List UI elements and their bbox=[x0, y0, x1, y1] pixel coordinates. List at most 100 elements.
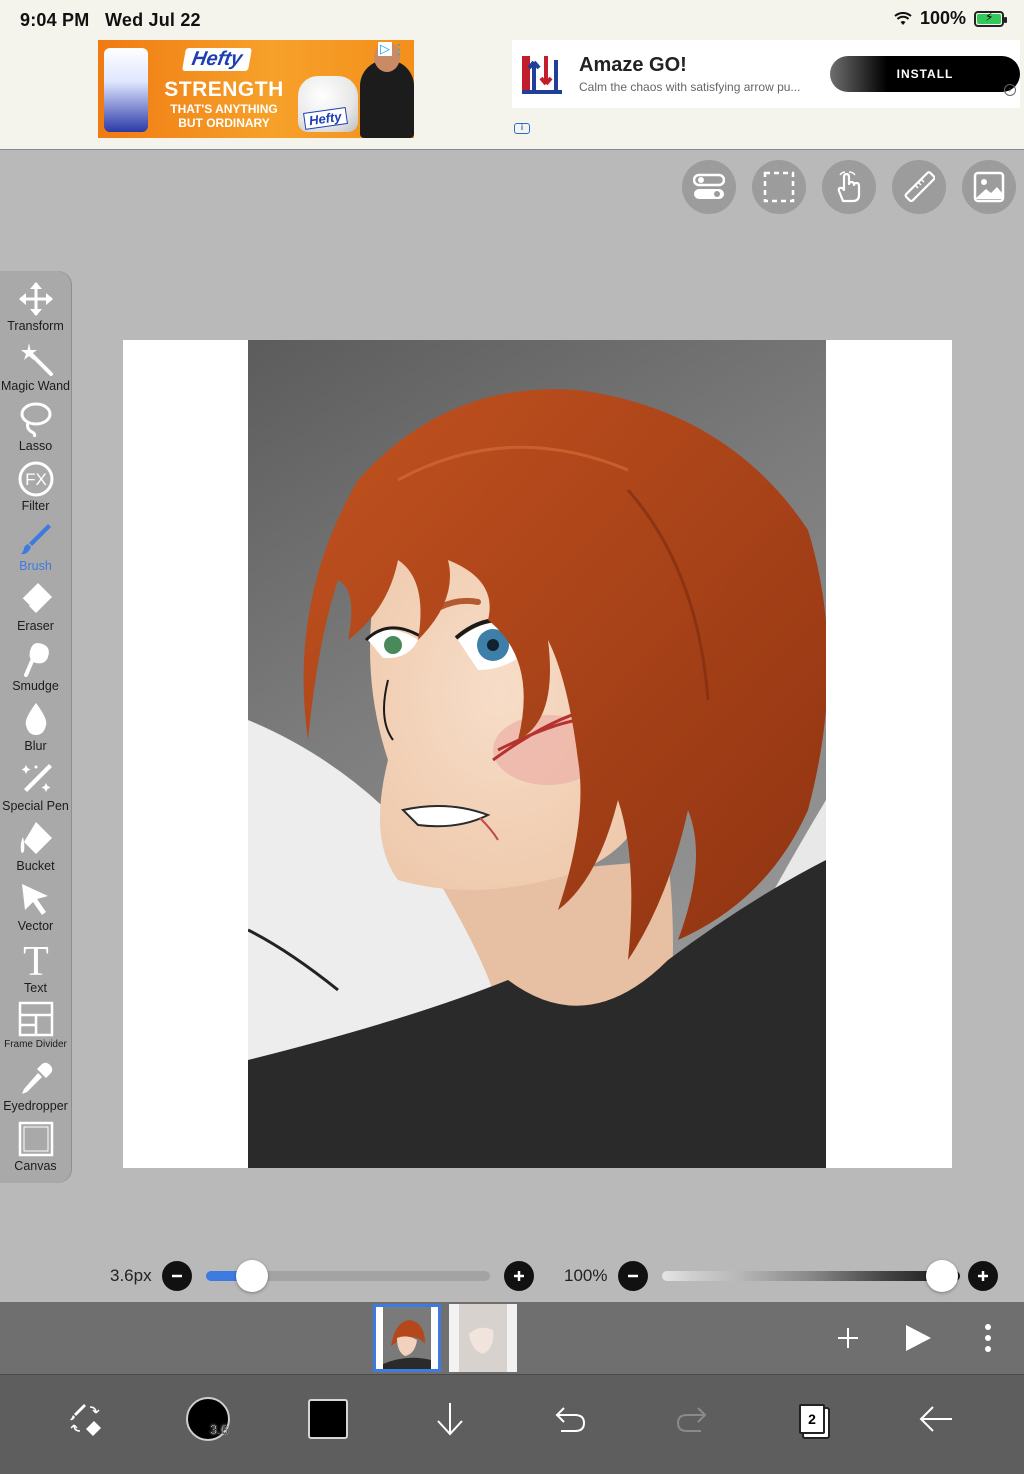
tool-transform[interactable]: Transform bbox=[0, 281, 71, 341]
top-tools bbox=[682, 160, 1016, 214]
toggle-icon[interactable] bbox=[682, 160, 736, 214]
tool-bucket[interactable]: Bucket bbox=[0, 821, 71, 881]
more-vertical-icon bbox=[985, 1324, 991, 1352]
color-picker-button[interactable] bbox=[298, 1389, 358, 1449]
tool-vector[interactable]: Vector bbox=[0, 881, 71, 941]
svg-text:FX: FX bbox=[25, 470, 47, 489]
status-right: 100% ⚡ bbox=[894, 8, 1007, 29]
brush-size-label: 3.6px bbox=[110, 1266, 152, 1285]
ad-app-description: Calm the chaos with satisfying arrow pu.… bbox=[579, 80, 801, 94]
brush-size-thumb[interactable] bbox=[236, 1260, 268, 1292]
tool-eyedropper[interactable]: Eyedropper bbox=[0, 1061, 71, 1121]
layer-count-icon: 2 bbox=[799, 1404, 825, 1434]
gallery-icon[interactable] bbox=[962, 160, 1016, 214]
move-arrows-icon bbox=[18, 282, 53, 316]
ad-more-icon[interactable]: ⋮ bbox=[392, 41, 406, 58]
brush-size-disc: 3.6 bbox=[186, 1397, 230, 1441]
primary-color-swatch bbox=[308, 1399, 348, 1439]
plus-icon bbox=[978, 1271, 988, 1281]
layer-1-preview bbox=[373, 1304, 441, 1372]
app-arrows-icon bbox=[522, 56, 562, 94]
eyedropper-icon bbox=[21, 1062, 52, 1094]
magic-wand-icon bbox=[20, 343, 53, 376]
opacity-label: 100% bbox=[564, 1266, 608, 1285]
opacity-increase-button[interactable] bbox=[968, 1261, 998, 1291]
brush-icon bbox=[20, 524, 51, 555]
tool-eraser[interactable]: Eraser bbox=[0, 581, 71, 641]
lasso-icon bbox=[20, 402, 51, 437]
add-layer-button[interactable] bbox=[826, 1316, 870, 1360]
smudge-icon bbox=[23, 643, 49, 677]
tool-text[interactable]: T Text bbox=[0, 941, 71, 1001]
adchoices-icon[interactable]: ▷ bbox=[378, 42, 392, 56]
quick-tool-switch-button[interactable] bbox=[56, 1389, 116, 1449]
sparkle-pen-icon bbox=[21, 764, 52, 792]
slider-row: 3.6px 100% bbox=[0, 1258, 1024, 1294]
ad-brand: Hefty bbox=[181, 48, 253, 71]
tool-brush[interactable]: Brush bbox=[0, 521, 71, 581]
tool-special-pen[interactable]: Special Pen bbox=[0, 761, 71, 821]
battery-percent: 100% bbox=[919, 8, 966, 28]
ad-install-button[interactable]: INSTALL bbox=[830, 56, 1020, 92]
ad-close-icon[interactable]: › bbox=[1004, 84, 1016, 96]
opacity-slider[interactable] bbox=[662, 1260, 960, 1292]
drawing-canvas[interactable] bbox=[123, 340, 952, 1168]
play-animation-button[interactable] bbox=[896, 1316, 940, 1360]
tool-blur[interactable]: Blur bbox=[0, 701, 71, 761]
back-button[interactable] bbox=[906, 1389, 966, 1449]
undo-icon bbox=[555, 1407, 586, 1432]
redo-icon bbox=[676, 1407, 707, 1432]
tool-frame-divider[interactable]: Frame Divider bbox=[0, 1001, 71, 1061]
top-bar: 9:04 PM Wed Jul 22 100% ⚡ Hefty STRENGTH… bbox=[0, 0, 1024, 150]
tool-rail: Transform Magic Wand Lasso FX Filter Bru… bbox=[0, 271, 71, 1183]
eraser-icon bbox=[20, 583, 52, 613]
text-t-icon: T bbox=[23, 941, 49, 979]
brush-size-increase-button[interactable] bbox=[504, 1261, 534, 1291]
tool-canvas[interactable]: Canvas bbox=[0, 1121, 71, 1181]
wifi-icon bbox=[894, 11, 912, 25]
opacity-decrease-button[interactable] bbox=[618, 1261, 648, 1291]
brush-size-slider[interactable] bbox=[206, 1260, 490, 1292]
ad-card[interactable]: Amaze GO! Calm the chaos with satisfying… bbox=[512, 40, 1020, 108]
plus-icon bbox=[514, 1271, 524, 1281]
bucket-icon bbox=[20, 822, 52, 854]
battery-icon: ⚡ bbox=[974, 10, 1007, 27]
hand-gesture-icon[interactable] bbox=[822, 160, 876, 214]
layer-thumb-1[interactable] bbox=[373, 1304, 441, 1372]
ad-headline: STRENGTH bbox=[164, 78, 284, 101]
selection-icon[interactable] bbox=[752, 160, 806, 214]
cursor-arrow-icon bbox=[21, 884, 48, 915]
layer-more-button[interactable] bbox=[966, 1316, 1010, 1360]
download-button[interactable] bbox=[420, 1389, 480, 1449]
canvas-frame-icon bbox=[18, 1121, 53, 1157]
ruler-icon[interactable] bbox=[892, 160, 946, 214]
opacity-thumb[interactable] bbox=[926, 1260, 958, 1292]
brush-eraser-swap-icon bbox=[70, 1404, 101, 1436]
tool-lasso[interactable]: Lasso bbox=[0, 401, 71, 461]
undo-button[interactable] bbox=[540, 1389, 600, 1449]
play-icon bbox=[906, 1325, 931, 1351]
status-time: 9:04 PM Wed Jul 22 bbox=[20, 10, 201, 30]
tool-magic-wand[interactable]: Magic Wand bbox=[0, 341, 71, 401]
tool-filter[interactable]: FX Filter bbox=[0, 461, 71, 521]
ad-app-title: Amaze GO! bbox=[579, 54, 687, 76]
brush-size-decrease-button[interactable] bbox=[162, 1261, 192, 1291]
layers-button[interactable]: 2 bbox=[782, 1389, 842, 1449]
tool-smudge[interactable]: Smudge bbox=[0, 641, 71, 701]
ad-info-icon[interactable]: i bbox=[514, 123, 530, 134]
bottom-toolbar: 3.6 2 bbox=[0, 1374, 1024, 1474]
layer-thumb-2[interactable] bbox=[449, 1304, 517, 1372]
artwork-portrait bbox=[248, 340, 826, 1168]
minus-icon bbox=[628, 1274, 638, 1278]
redo-button[interactable] bbox=[662, 1389, 722, 1449]
brush-size-button[interactable]: 3.6 bbox=[178, 1389, 238, 1449]
ad-person-image bbox=[360, 42, 414, 138]
ad-banner[interactable]: Hefty STRENGTH THAT'S ANYTHING BUT ORDINA… bbox=[98, 40, 414, 138]
ad-product-image bbox=[104, 48, 148, 132]
droplet-icon bbox=[25, 703, 46, 735]
fx-icon: FX bbox=[18, 461, 53, 497]
layer-strip bbox=[0, 1302, 1024, 1374]
ad-subline: THAT'S ANYTHING BUT ORDINARY bbox=[170, 102, 278, 130]
arrow-down-icon bbox=[437, 1403, 463, 1436]
layer-2-preview bbox=[449, 1304, 517, 1372]
